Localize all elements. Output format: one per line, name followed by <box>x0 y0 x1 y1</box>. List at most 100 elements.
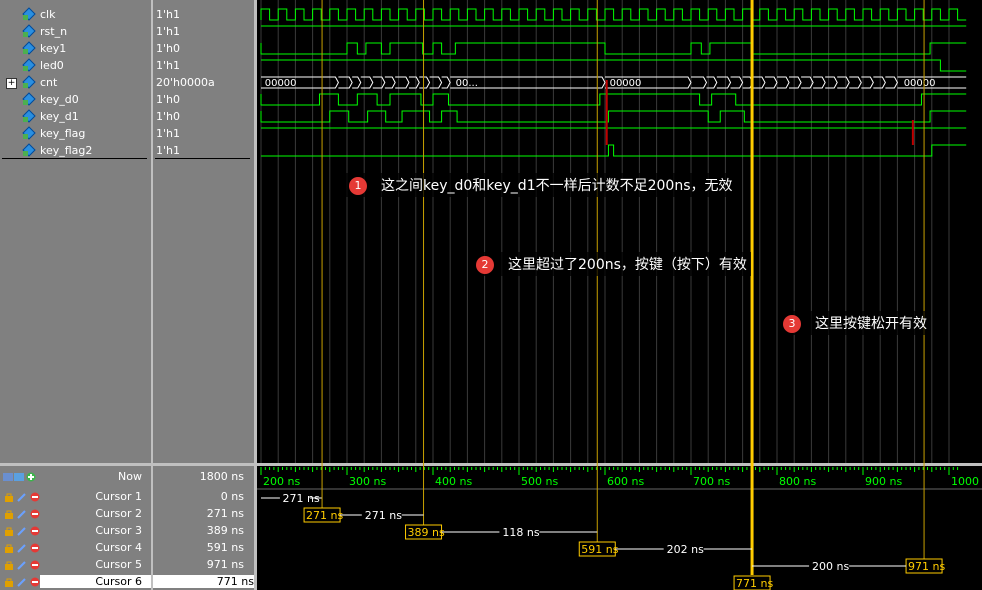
bus-value: 00000 <box>904 78 936 89</box>
list-end-line <box>2 158 147 159</box>
signal-name[interactable]: key_flag2 <box>40 142 92 159</box>
bus-segment <box>730 76 744 89</box>
ruler-label: 400 ns <box>435 475 472 488</box>
ruler-label: 200 ns <box>263 475 300 488</box>
bus-segment <box>360 76 374 89</box>
cursor-label[interactable]: Cursor 2 <box>0 507 142 520</box>
cursor-value[interactable]: 771 ns <box>153 575 254 588</box>
cursor-delta-label: 200 ns <box>812 560 849 573</box>
annotation-1: 1 这之间key_d0和key_d1不一样后计数不足200ns，无效 <box>345 173 737 197</box>
bus-value: 00000 <box>265 78 297 89</box>
cursor-names-pane: Now Cursor 1 Cursor 2 Cursor 3 Cursor 4 Curso… <box>0 466 151 590</box>
signal-value: 1'h1 <box>156 144 180 157</box>
cursor-value[interactable]: 271 ns <box>153 507 244 520</box>
bus-segment <box>419 76 431 89</box>
bus-segment <box>395 76 410 89</box>
bus-segment <box>789 76 802 89</box>
bus-segment <box>777 76 790 89</box>
ruler-label: 600 ns <box>607 475 644 488</box>
cursor-label[interactable]: Cursor 1 <box>0 490 142 503</box>
annotation-2: 2 这里超过了200ns，按键（按下）有效 <box>472 252 751 276</box>
signal-name[interactable]: key_d0 <box>40 91 79 108</box>
bus-segment <box>837 76 850 89</box>
cursor-value[interactable]: 389 ns <box>153 524 244 537</box>
ruler-label: 700 ns <box>693 475 730 488</box>
signal-diamond-icon <box>22 143 36 157</box>
waveform-trace <box>260 110 967 123</box>
signal-name[interactable]: key1 <box>40 40 66 57</box>
cursor-delta-label: 202 ns <box>667 543 704 556</box>
signal-diamond-icon <box>22 24 36 38</box>
cursor-value[interactable]: 0 ns <box>153 490 244 503</box>
signal-diamond-icon <box>22 126 36 140</box>
signal-name[interactable]: cnt <box>40 74 57 91</box>
pane-divider[interactable] <box>151 0 153 590</box>
ruler-label: 1000 ns <box>951 475 982 488</box>
waveform-trace <box>260 42 967 55</box>
expand-toggle[interactable]: + <box>6 78 17 89</box>
now-value: 1800 ns <box>199 470 244 483</box>
bus-value: 00000 <box>610 78 642 89</box>
signal-name[interactable]: clk <box>40 6 55 23</box>
bus-segment <box>408 76 420 89</box>
cursor-time-label: 389 ns <box>408 526 445 539</box>
signal-name[interactable]: led0 <box>40 57 64 74</box>
bus-segment <box>825 76 838 89</box>
cursor-time-label: 971 ns <box>908 560 945 573</box>
waveform-canvas[interactable]: 00000 00... 00000 00000 200 ns 300 ns 400 ns 50… <box>257 0 982 590</box>
signal-diamond-icon <box>22 109 36 123</box>
cursor-time-label: 771 ns <box>736 577 773 590</box>
bus-segment <box>813 76 826 89</box>
signal-name[interactable]: rst_n <box>40 23 67 40</box>
bus-segment <box>441 76 451 89</box>
ruler-label: 300 ns <box>349 475 386 488</box>
signal-value: 1'h1 <box>156 8 180 21</box>
annotation-badge: 2 <box>476 256 494 274</box>
bus-segment <box>352 76 362 89</box>
annotation-3: 3 这里按键松开有效 <box>779 311 931 335</box>
signal-value: 20'h0000a <box>156 76 215 89</box>
signal-value: 1'h0 <box>156 42 180 55</box>
cursor-time-label: 271 ns <box>306 509 343 522</box>
cursor-values-pane: 1800 ns 0 ns 271 ns 389 ns 591 ns 971 ns 771 n… <box>153 466 254 590</box>
annotation-text: 这里超过了200ns，按键（按下）有效 <box>508 257 747 273</box>
cursor-label[interactable]: Cursor 3 <box>0 524 142 537</box>
signal-name[interactable]: key_d1 <box>40 108 79 125</box>
annotation-badge: 3 <box>783 315 801 333</box>
waveform-trace <box>261 144 967 157</box>
waveform-trace <box>260 8 967 21</box>
cursor-value[interactable]: 591 ns <box>153 541 244 554</box>
bus-segment <box>764 76 778 89</box>
bus-segment <box>429 76 443 89</box>
ruler-label: 900 ns <box>865 475 902 488</box>
cursor-label[interactable]: Cursor 6 <box>40 575 151 588</box>
signal-name[interactable]: key_flag <box>40 125 85 142</box>
signal-diamond-icon <box>22 41 36 55</box>
annotation-text: 这里按键松开有效 <box>815 316 927 332</box>
cursor-edit-icon[interactable] <box>17 577 27 587</box>
cursor-delta-label: 118 ns <box>502 526 539 539</box>
signal-value: 1'h0 <box>156 110 180 123</box>
waveform-trace <box>260 93 967 106</box>
signal-value: 1'h1 <box>156 25 180 38</box>
signal-diamond-icon <box>22 75 36 89</box>
cursor-delta-label: 271 ns <box>365 509 402 522</box>
bus-segment <box>372 76 386 89</box>
cursor-lock-icon[interactable] <box>4 577 14 587</box>
cursor-label[interactable]: Cursor 4 <box>0 541 142 554</box>
signal-names-pane: clk rst_n key1 led0 + cnt key_d0 key_d1 key_flag… <box>0 0 151 466</box>
signal-value: 1'h1 <box>156 59 180 72</box>
cursor-label[interactable]: Cursor 5 <box>0 558 142 571</box>
signal-diamond-icon <box>22 92 36 106</box>
remove-cursor-icon[interactable] <box>30 577 40 587</box>
list-end-line <box>155 158 250 159</box>
ruler-label: 500 ns <box>521 475 558 488</box>
cursor-time-label: 591 ns <box>581 543 618 556</box>
bus-segment <box>338 76 353 89</box>
cursor-value[interactable]: 971 ns <box>153 558 244 571</box>
signal-diamond-icon <box>22 7 36 21</box>
bus-segment <box>873 76 886 89</box>
now-label: Now <box>118 470 142 483</box>
ruler-label: 800 ns <box>779 475 816 488</box>
signal-values-pane: 1'h1 1'h1 1'h0 1'h1 20'h0000a 1'h0 1'h0 1'h1 1'h… <box>153 0 254 466</box>
